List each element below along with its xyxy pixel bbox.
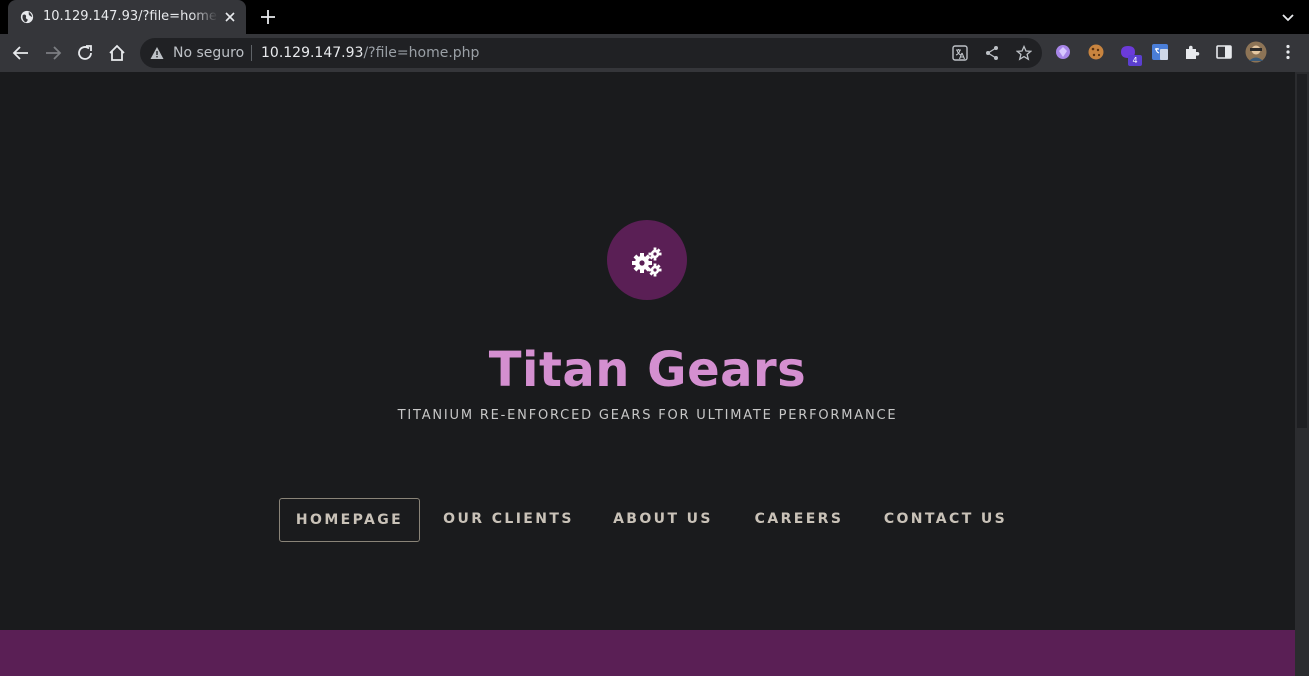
- page-content: Titan Gears TITANIUM RE-ENFORCED GEARS F…: [0, 72, 1295, 676]
- translate-icon[interactable]: [952, 45, 968, 61]
- extensions-puzzle-icon[interactable]: [1183, 43, 1201, 61]
- close-icon[interactable]: [222, 9, 238, 25]
- cookie-icon[interactable]: [1087, 43, 1105, 61]
- url-host: 10.129.147.93: [261, 45, 364, 61]
- main-nav: HOMEPAGE OUR CLIENTS ABOUT US CAREERS CO…: [0, 498, 1295, 542]
- nav-our-clients[interactable]: OUR CLIENTS: [440, 498, 577, 542]
- menu-kebab-icon[interactable]: [1279, 43, 1297, 61]
- back-icon[interactable]: [11, 43, 31, 63]
- url-text[interactable]: 10.129.147.93/?file=home.php: [261, 45, 479, 61]
- warning-icon[interactable]: [150, 46, 164, 60]
- address-bar[interactable]: No seguro 10.129.147.93/?file=home.php: [140, 38, 1042, 68]
- divider: [251, 45, 252, 61]
- reload-icon[interactable]: [75, 43, 95, 63]
- tab-strip: 10.129.147.93/?file=home.php: [0, 0, 1309, 34]
- gears-icon: [632, 247, 662, 277]
- share-icon[interactable]: [984, 45, 1000, 61]
- chevron-down-icon[interactable]: [1280, 9, 1296, 25]
- bookmark-star-icon[interactable]: [1016, 45, 1032, 61]
- browser-toolbar: No seguro 10.129.147.93/?file=home.php: [0, 34, 1309, 72]
- scrollbar-thumb[interactable]: [1297, 74, 1307, 428]
- url-path: /?file=home.php: [363, 45, 480, 61]
- new-tab-icon[interactable]: [259, 8, 277, 26]
- tab-title: 10.129.147.93/?file=home.php: [43, 9, 218, 24]
- extension-badge: 4: [1128, 55, 1142, 66]
- home-icon[interactable]: [107, 43, 127, 63]
- nav-contact-us[interactable]: CONTACT US: [880, 498, 1011, 542]
- globe-icon: [20, 10, 34, 24]
- extension-gem-icon[interactable]: [1054, 43, 1072, 61]
- page-scrollbar[interactable]: [1295, 72, 1309, 676]
- nav-about-us[interactable]: ABOUT US: [608, 498, 718, 542]
- site-tagline: TITANIUM RE-ENFORCED GEARS FOR ULTIMATE …: [397, 408, 898, 423]
- side-panel-icon[interactable]: [1215, 43, 1233, 61]
- nav-careers[interactable]: CAREERS: [749, 498, 849, 542]
- nav-homepage[interactable]: HOMEPAGE: [279, 498, 420, 542]
- site-title: Titan Gears: [488, 342, 807, 398]
- browser-tab[interactable]: 10.129.147.93/?file=home.php: [8, 0, 246, 34]
- security-label[interactable]: No seguro: [173, 45, 244, 61]
- forward-icon[interactable]: [43, 43, 63, 63]
- content-section-banner: [0, 630, 1295, 676]
- google-translate-icon[interactable]: [1151, 43, 1169, 61]
- site-logo: [607, 220, 687, 300]
- avatar[interactable]: [1245, 41, 1267, 63]
